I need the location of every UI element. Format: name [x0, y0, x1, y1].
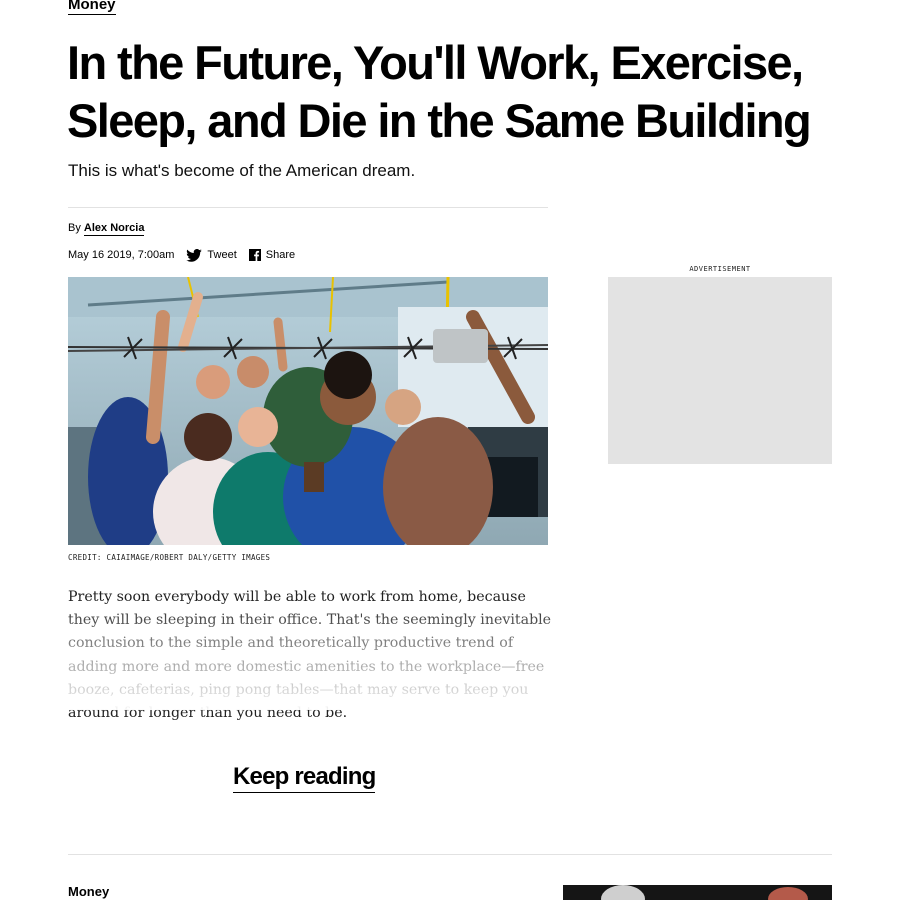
divider	[68, 854, 832, 855]
share-label: Share	[265, 249, 296, 261]
author-link[interactable]: Alex Norcia	[83, 222, 145, 236]
facebook-f-icon	[248, 249, 261, 261]
byline: By Alex Norcia	[68, 222, 145, 236]
hero-image	[68, 277, 548, 545]
tweet-label: Tweet	[207, 249, 237, 261]
next-article-section[interactable]: Money	[68, 884, 109, 899]
next-article-thumbnail[interactable]	[563, 885, 832, 900]
meta-row: May 16 2019, 7:00am Tweet Share	[68, 247, 295, 263]
advertisement-slot[interactable]	[608, 277, 832, 464]
divider	[68, 207, 548, 208]
tweet-button[interactable]: Tweet	[186, 248, 237, 262]
advertisement-label: ADVERTISEMENT	[689, 265, 751, 273]
next-article-photo	[563, 885, 832, 900]
publish-date: May 16 2019, 7:00am	[68, 249, 175, 261]
keep-reading-button[interactable]: Keep reading	[233, 762, 376, 793]
article-headline: In the Future, You'll Work, Exercise, Sl…	[67, 36, 812, 147]
section-link[interactable]: Money	[68, 0, 116, 15]
hero-photo	[68, 277, 548, 545]
image-credit: CREDIT: CAIAIMAGE/ROBERT DALY/GETTY IMAG…	[68, 553, 271, 562]
article-dek: This is what's become of the American dr…	[68, 161, 416, 180]
article-body: Pretty soon everybody will be able to wo…	[68, 589, 552, 722]
twitter-bird-icon	[186, 248, 203, 262]
byline-prefix: By	[68, 222, 81, 234]
facebook-share-button[interactable]: Share	[248, 249, 296, 261]
